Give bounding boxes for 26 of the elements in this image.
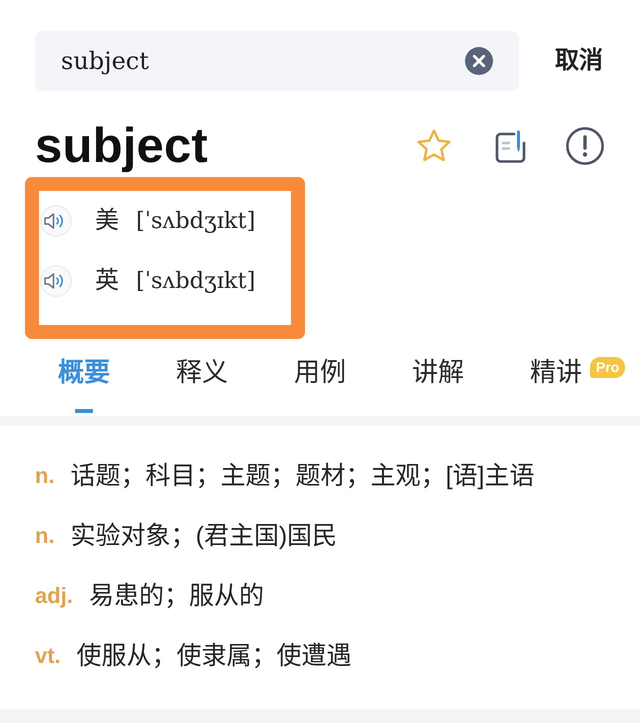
tab[interactable]: 讲解 <box>400 348 476 416</box>
tab[interactable]: 释义 <box>164 348 240 416</box>
accent-label: 美 <box>95 206 119 236</box>
document-pen-icon[interactable] <box>495 130 526 162</box>
definition-text: 实验对象；(君主国)国民 <box>70 521 338 552</box>
definition-text: 使服从；使隶属；使遭遇 <box>76 641 352 672</box>
clear-icon[interactable] <box>465 47 493 75</box>
speaker-icon[interactable] <box>40 205 72 237</box>
part-of-speech: vt. <box>35 642 61 670</box>
pro-badge: Pro <box>590 357 626 378</box>
exclamation-icon[interactable] <box>566 127 604 165</box>
phonetic-text: [ˈsʌbdʒɪkt] <box>136 207 256 236</box>
part-of-speech: n. <box>35 462 55 490</box>
phonetic-text: [ˈsʌbdʒɪkt] <box>136 267 256 296</box>
definition-text: 易患的；服从的 <box>88 581 264 612</box>
tab[interactable]: 用例 <box>282 348 358 416</box>
part-of-speech: n. <box>35 522 55 550</box>
speaker-icon[interactable] <box>40 265 72 297</box>
headword-title: subject <box>35 118 208 175</box>
tab[interactable]: 精讲 Pro <box>518 348 630 416</box>
search-field[interactable]: subject <box>35 31 519 91</box>
accent-label: 英 <box>95 266 119 296</box>
part-of-speech: adj. <box>35 582 73 610</box>
definition-text: 话题；科目；主题；题材；主观；[语]主语 <box>70 461 534 492</box>
cancel-button[interactable]: 取消 <box>555 45 603 77</box>
star-icon[interactable] <box>416 128 452 164</box>
